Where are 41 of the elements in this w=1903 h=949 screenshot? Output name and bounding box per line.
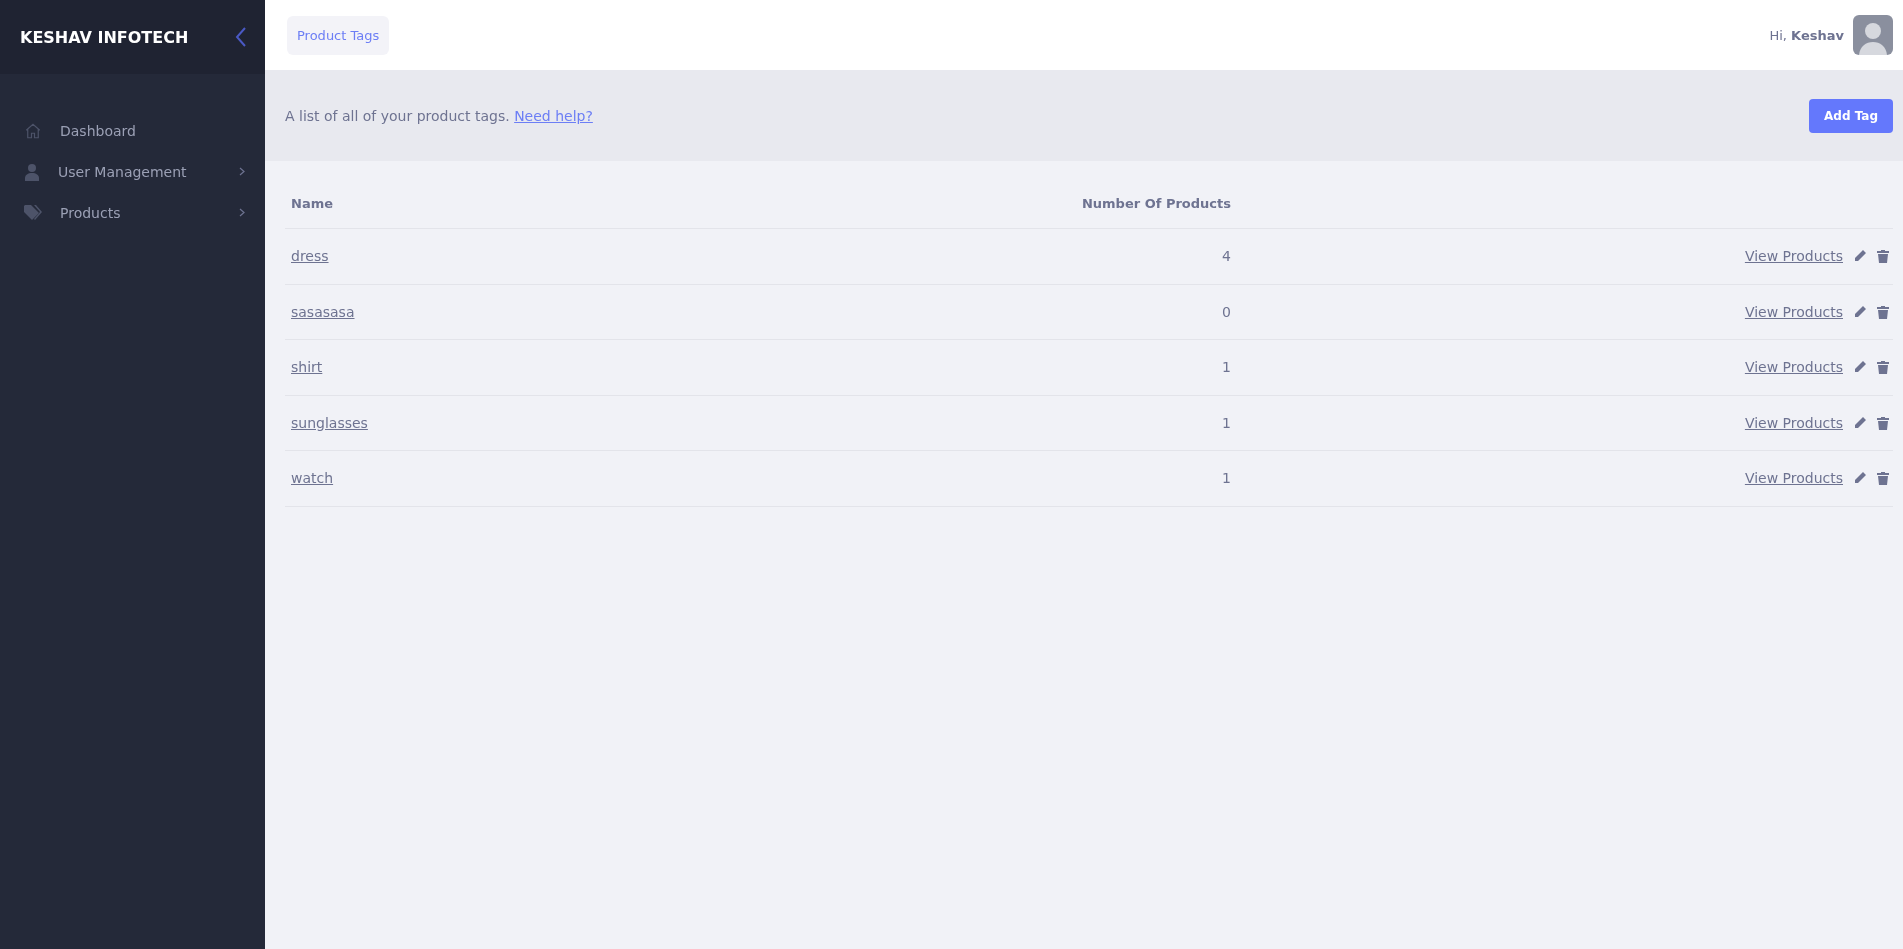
tag-name-link[interactable]: sasasasa — [291, 303, 355, 320]
view-products-link[interactable]: View Products — [1744, 414, 1843, 431]
tag-name-link[interactable]: shirt — [291, 359, 323, 376]
view-products-link[interactable]: View Products — [1744, 470, 1843, 487]
user-icon — [24, 162, 40, 181]
chevron-left-icon[interactable] — [235, 27, 247, 47]
view-products-link[interactable]: View Products — [1744, 248, 1843, 265]
trash-icon[interactable] — [1877, 471, 1889, 486]
pencil-icon[interactable] — [1853, 415, 1867, 430]
view-products-link[interactable]: View Products — [1744, 359, 1843, 376]
product-count: 1 — [1221, 359, 1231, 376]
product-count: 1 — [1221, 414, 1231, 431]
pencil-icon[interactable] — [1853, 360, 1867, 375]
column-header: Number Of Products — [1080, 196, 1231, 211]
avatar[interactable] — [1853, 15, 1893, 55]
trash-icon[interactable] — [1877, 360, 1889, 375]
breadcrumb[interactable]: Product Tags — [287, 15, 390, 55]
brand-name: KESHAV INFOTECH — [20, 27, 189, 47]
user-greeting: Hi, Keshav — [1769, 27, 1844, 43]
tag-name-link[interactable]: dress — [291, 248, 329, 265]
product-count: 1 — [1221, 470, 1231, 487]
pencil-icon[interactable] — [1853, 471, 1867, 486]
column-header: Name — [291, 196, 334, 211]
trash-icon[interactable] — [1877, 249, 1889, 264]
product-count: 0 — [1221, 303, 1231, 320]
sidebar-item[interactable]: Dashboard — [0, 110, 265, 151]
product-count: 4 — [1221, 248, 1231, 265]
pencil-icon[interactable] — [1853, 249, 1867, 264]
tag-name-link[interactable]: sunglasses — [291, 414, 368, 431]
sidebar-item[interactable]: Products — [0, 192, 265, 233]
info-text: A list of all of your product tags. Need help? — [285, 107, 593, 124]
trash-icon[interactable] — [1877, 415, 1889, 430]
add-tag-button[interactable]: Add Tag — [1809, 98, 1893, 133]
view-products-link[interactable]: View Products — [1744, 303, 1843, 320]
tag-name-link[interactable]: watch — [291, 470, 334, 487]
help-link[interactable]: Need help? — [514, 107, 593, 124]
sidebar-item[interactable]: User Management — [0, 151, 265, 192]
pencil-icon[interactable] — [1853, 304, 1867, 319]
trash-icon[interactable] — [1877, 304, 1889, 319]
tag-icon — [24, 204, 42, 221]
home-icon — [24, 121, 42, 140]
